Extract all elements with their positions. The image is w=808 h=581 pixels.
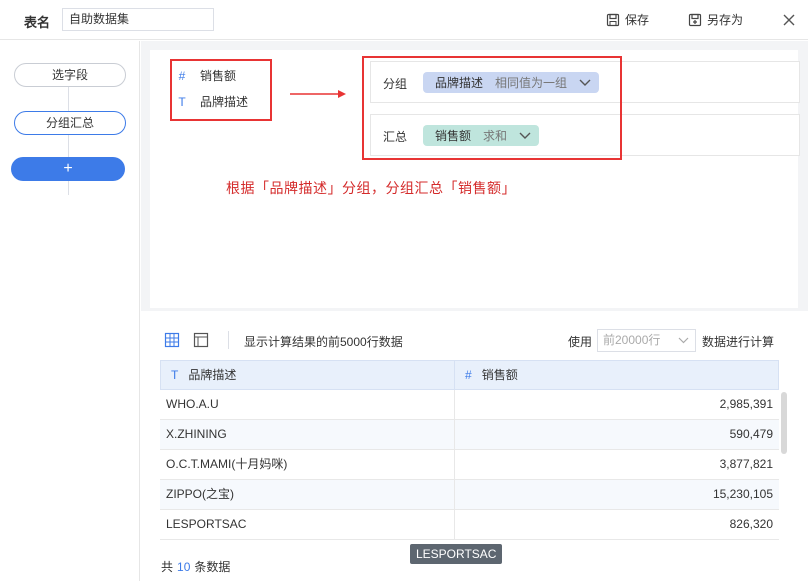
table-row[interactable]: LESPORTSAC 826,320 xyxy=(160,510,779,540)
calc-label: 数据进行计算 xyxy=(702,335,775,349)
cell-brand: ZIPPO(之宝) xyxy=(166,487,234,501)
cell-sales: 2,985,391 xyxy=(719,397,773,411)
column-header-label: 销售额 xyxy=(481,368,518,382)
table-row[interactable]: X.ZHINING 590,479 xyxy=(160,420,779,450)
text-type-icon: T xyxy=(171,368,179,382)
highlight-box-config xyxy=(362,56,622,160)
cell-brand: X.ZHINING xyxy=(166,427,227,441)
number-type-icon: # xyxy=(465,368,472,382)
table-row[interactable]: ZIPPO(之宝) 15,230,105 xyxy=(160,480,779,510)
step-group-summary[interactable]: 分组汇总 xyxy=(14,111,126,135)
save-as-label: 另存为 xyxy=(707,13,744,27)
cell-tooltip: LESPORTSAC xyxy=(410,544,503,564)
highlight-box-fields xyxy=(170,59,272,121)
save-button[interactable]: 保存 xyxy=(606,11,649,28)
table-scrollbar[interactable] xyxy=(781,392,787,454)
cell-sales: 826,320 xyxy=(729,517,773,531)
add-step-button[interactable]: + xyxy=(11,157,125,181)
total-prefix: 共 xyxy=(161,560,174,574)
total-suffix: 条数据 xyxy=(194,560,231,574)
save-as-button[interactable]: 另存为 xyxy=(688,11,743,28)
table-row[interactable]: WHO.A.U 2,985,391 xyxy=(160,390,779,420)
toolbar-divider xyxy=(228,331,229,349)
cell-sales: 3,877,821 xyxy=(719,457,773,471)
cell-sales: 15,230,105 xyxy=(712,487,773,501)
close-icon[interactable] xyxy=(781,12,797,28)
total-count: 共 10 条数据 xyxy=(161,558,230,575)
table-name-label: 表名 xyxy=(24,15,51,30)
use-label: 使用 xyxy=(568,335,593,349)
save-label: 保存 xyxy=(625,13,650,27)
table-name-input[interactable]: 自助数据集 xyxy=(62,8,214,31)
save-icon xyxy=(606,13,620,26)
table-row[interactable]: O.C.T.MAMI(十月妈咪) 3,877,821 xyxy=(160,450,779,480)
column-header-sales[interactable]: # 销售额 xyxy=(454,360,779,390)
cell-brand: O.C.T.MAMI(十月妈咪) xyxy=(166,457,288,471)
cell-brand: LESPORTSAC xyxy=(166,517,247,531)
cell-brand: WHO.A.U xyxy=(166,397,219,411)
total-number: 10 xyxy=(177,560,191,574)
step-select-fields[interactable]: 选字段 xyxy=(14,63,126,87)
preview-info-text: 显示计算结果的前5000行数据 xyxy=(244,335,403,349)
column-header-label: 品牌描述 xyxy=(188,368,237,382)
chevron-down-icon xyxy=(678,337,689,344)
row-limit-value: 前20000行 xyxy=(603,333,661,347)
top-bar: 表名 自助数据集 保存 另存为 xyxy=(0,0,808,40)
column-divider xyxy=(454,390,455,540)
table-view-icon[interactable] xyxy=(164,332,180,348)
arrow-icon xyxy=(290,90,346,98)
save-as-icon xyxy=(688,13,702,26)
annotation-text: 根据「品牌描述」分组，分组汇总「销售额」 xyxy=(226,180,516,196)
column-header-brand[interactable]: T 品牌描述 xyxy=(160,360,455,390)
cell-sales: 590,479 xyxy=(729,427,773,441)
steps-panel: 选字段 分组汇总 + xyxy=(0,41,140,581)
card-view-icon[interactable] xyxy=(193,332,209,348)
row-limit-select[interactable]: 前20000行 xyxy=(597,329,696,352)
